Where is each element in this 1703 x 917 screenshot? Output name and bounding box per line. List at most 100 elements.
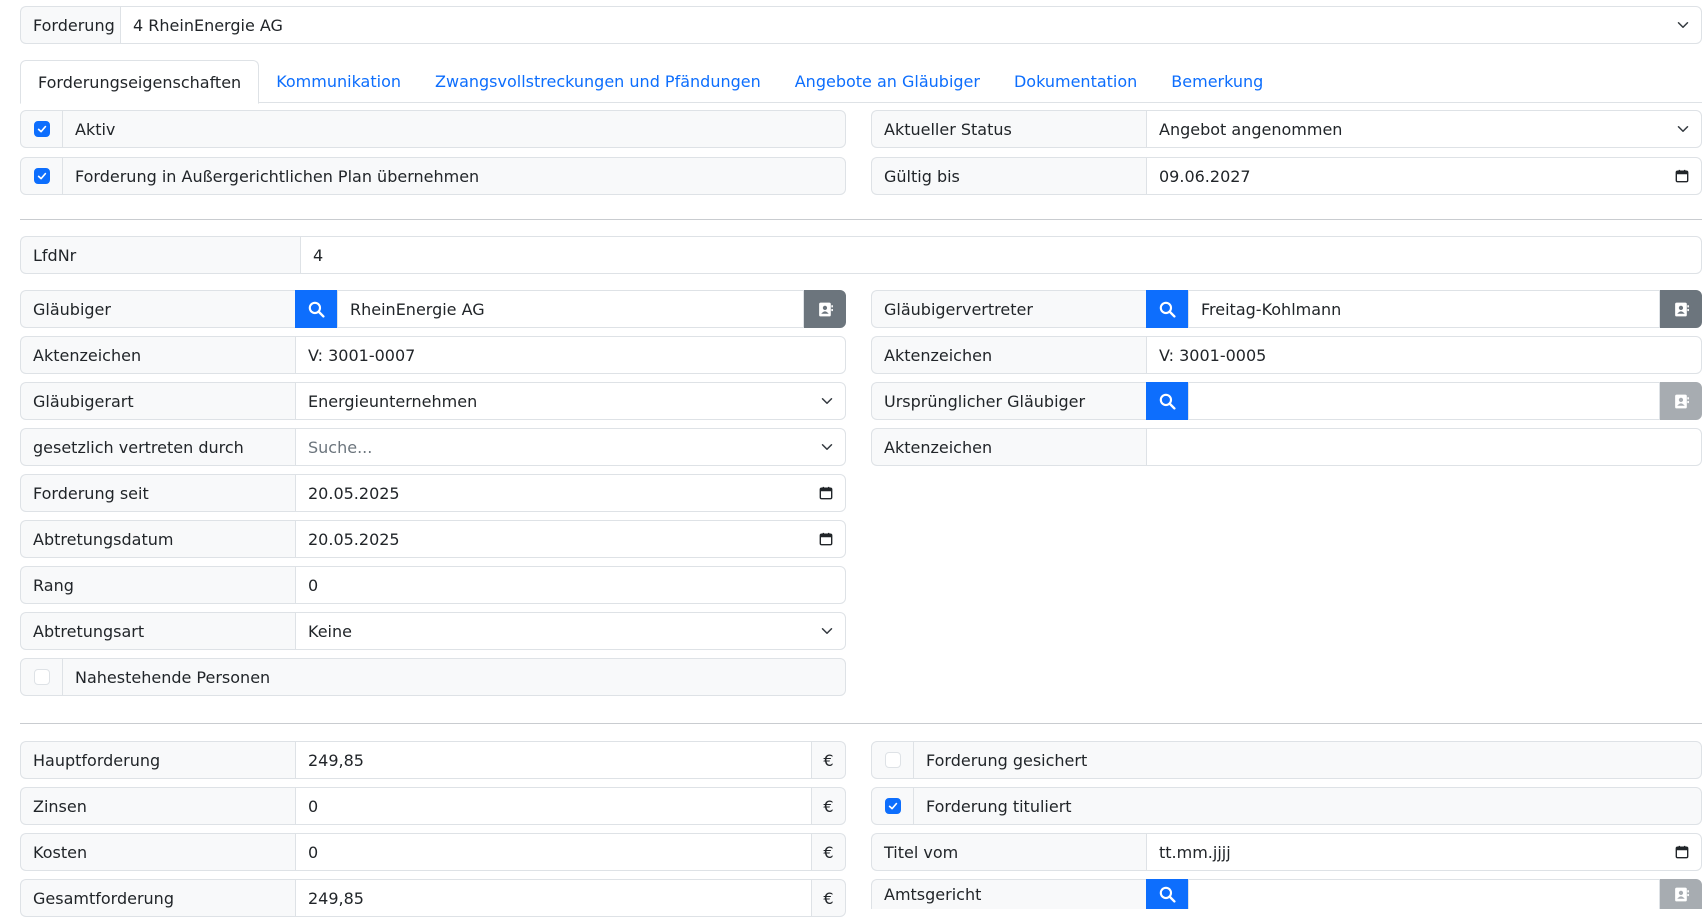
nahestehende-checkbox[interactable] <box>33 669 50 685</box>
abtretungsdatum-date-input[interactable]: 20.05.2025 <box>295 520 846 558</box>
lfdnr-label: LfdNr <box>20 236 300 274</box>
zinsen-input[interactable]: 0 <box>295 787 812 825</box>
amtsgericht-group: Amtsgericht <box>871 879 1702 909</box>
glaeubigervertreter-contact-button[interactable] <box>1660 290 1702 328</box>
gesamtforderung-input[interactable]: 249,85 <box>295 879 812 917</box>
vertreten-label: gesetzlich vertreten durch <box>20 428 295 466</box>
chevron-down-icon <box>821 395 833 407</box>
zinsen-label: Zinsen <box>20 787 295 825</box>
urspruenglicher-glaeubiger-search-button[interactable] <box>1146 382 1188 420</box>
vertreten-select[interactable]: Suche... <box>295 428 846 466</box>
glaeubiger-search-button[interactable] <box>295 290 337 328</box>
search-icon <box>1159 886 1176 903</box>
tab-bemerkung[interactable]: Bemerkung <box>1154 60 1280 103</box>
vertreter-aktenzeichen-value: V: 3001-0005 <box>1159 345 1267 365</box>
status-label: Aktueller Status <box>871 110 1146 148</box>
tab-forderungseigenschaften[interactable]: Forderungseigenschaften <box>20 60 260 104</box>
glaeubigerart-select[interactable]: Energieunternehmen <box>295 382 846 420</box>
glaeubigervertreter-value: Freitag-Kohlmann <box>1201 299 1342 319</box>
urspruenglicher-glaeubiger-group: Ursprünglicher Gläubiger <box>871 382 1702 420</box>
vertreten-group: gesetzlich vertreten durch Suche... <box>20 428 846 466</box>
gueltig-date-input[interactable]: 09.06.2027 <box>1146 157 1702 195</box>
kosten-value: 0 <box>308 842 319 862</box>
forderung-select[interactable]: 4 RheinEnergie AG <box>120 6 1702 44</box>
glaeubigervertreter-search-button[interactable] <box>1146 290 1188 328</box>
calendar-icon[interactable] <box>1675 169 1689 183</box>
abtretungsart-group: Abtretungsart Keine <box>20 612 846 650</box>
calendar-icon[interactable] <box>819 532 833 546</box>
gueltig-label: Gültig bis <box>871 157 1146 195</box>
urspruenglicher-glaeubiger-contact-button[interactable] <box>1660 382 1702 420</box>
chevron-down-icon <box>821 625 833 637</box>
forderung-seit-label: Forderung seit <box>20 474 295 512</box>
kosten-label: Kosten <box>20 833 295 871</box>
gesichert-checkbox[interactable] <box>884 752 901 768</box>
forderung-seit-date-input[interactable]: 20.05.2025 <box>295 474 846 512</box>
abtretungsart-value: Keine <box>308 621 352 641</box>
calendar-icon[interactable] <box>819 486 833 500</box>
contact-card-icon <box>1673 393 1690 410</box>
hauptforderung-input[interactable]: 249,85 <box>295 741 812 779</box>
urspruenglich-aktenzeichen-input[interactable] <box>1146 428 1702 466</box>
rang-input[interactable]: 0 <box>295 566 846 604</box>
currency-addon: € <box>812 833 846 871</box>
status-select[interactable]: Angebot angenommen <box>1146 110 1702 148</box>
gesichert-label: Forderung gesichert <box>926 750 1088 770</box>
amtsgericht-contact-button[interactable] <box>1660 879 1702 909</box>
tab-zwangsvollstreckungen[interactable]: Zwangsvollstreckungen und Pfändungen <box>418 60 778 103</box>
chevron-down-icon <box>1677 123 1689 135</box>
calendar-icon[interactable] <box>1675 845 1689 859</box>
tab-dokumentation[interactable]: Dokumentation <box>997 60 1154 103</box>
currency-addon: € <box>812 879 846 917</box>
forderung-select-group: Forderung 4 RheinEnergie AG <box>20 6 1702 44</box>
vertreter-aktenzeichen-input[interactable]: V: 3001-0005 <box>1146 336 1702 374</box>
aktenzeichen-group: Aktenzeichen V: 3001-0007 <box>20 336 846 374</box>
lfdnr-group: LfdNr 4 <box>20 236 1702 274</box>
gesichert-checkbox-group: Forderung gesichert <box>871 741 1702 779</box>
amtsgericht-label: Amtsgericht <box>871 879 1146 909</box>
search-icon <box>1159 301 1176 318</box>
glaeubigerart-label: Gläubigerart <box>20 382 295 420</box>
kosten-group: Kosten 0 € <box>20 833 846 871</box>
amtsgericht-search-button[interactable] <box>1146 879 1188 909</box>
search-icon <box>308 301 325 318</box>
divider <box>20 723 1702 724</box>
abtretungsart-select[interactable]: Keine <box>295 612 846 650</box>
aktenzeichen-input[interactable]: V: 3001-0007 <box>295 336 846 374</box>
kosten-input[interactable]: 0 <box>295 833 812 871</box>
glaeubigerart-value: Energieunternehmen <box>308 391 478 411</box>
hauptforderung-label: Hauptforderung <box>20 741 295 779</box>
glaeubiger-contact-button[interactable] <box>804 290 846 328</box>
chevron-down-icon <box>1677 19 1689 31</box>
aktiv-label: Aktiv <box>75 119 116 139</box>
glaeubigervertreter-input[interactable]: Freitag-Kohlmann <box>1188 290 1660 328</box>
tituliert-checkbox-group: Forderung tituliert <box>871 787 1702 825</box>
lfdnr-input[interactable]: 4 <box>300 236 1702 274</box>
tab-kommunikation[interactable]: Kommunikation <box>259 60 418 103</box>
abtretungsdatum-group: Abtretungsdatum 20.05.2025 <box>20 520 846 558</box>
forderung-seit-value: 20.05.2025 <box>308 483 400 503</box>
tab-bar: Forderungseigenschaften Kommunikation Zw… <box>20 60 1702 104</box>
urspruenglicher-glaeubiger-input[interactable] <box>1188 382 1660 420</box>
zinsen-group: Zinsen 0 € <box>20 787 846 825</box>
forderung-label: Forderung <box>20 6 120 44</box>
nahestehende-label: Nahestehende Personen <box>75 667 271 687</box>
amtsgericht-input[interactable] <box>1188 879 1660 909</box>
aktiv-checkbox[interactable] <box>33 121 50 137</box>
tituliert-label: Forderung tituliert <box>926 796 1072 816</box>
tituliert-checkbox[interactable] <box>884 798 901 814</box>
check-icon <box>36 170 48 182</box>
contact-card-icon <box>817 301 834 318</box>
rang-group: Rang 0 <box>20 566 846 604</box>
plan-checkbox[interactable] <box>33 168 50 184</box>
titel-vom-date-input[interactable]: tt.mm.jjjj <box>1146 833 1702 871</box>
contact-card-icon <box>1673 886 1690 903</box>
status-group: Aktueller Status Angebot angenommen <box>871 110 1702 148</box>
titel-vom-label: Titel vom <box>871 833 1146 871</box>
status-value: Angebot angenommen <box>1159 119 1343 139</box>
glaeubiger-input[interactable]: RheinEnergie AG <box>337 290 804 328</box>
tab-angebote[interactable]: Angebote an Gläubiger <box>778 60 997 103</box>
zinsen-value: 0 <box>308 796 319 816</box>
titel-vom-value: tt.mm.jjjj <box>1159 842 1231 862</box>
check-icon <box>36 123 48 135</box>
